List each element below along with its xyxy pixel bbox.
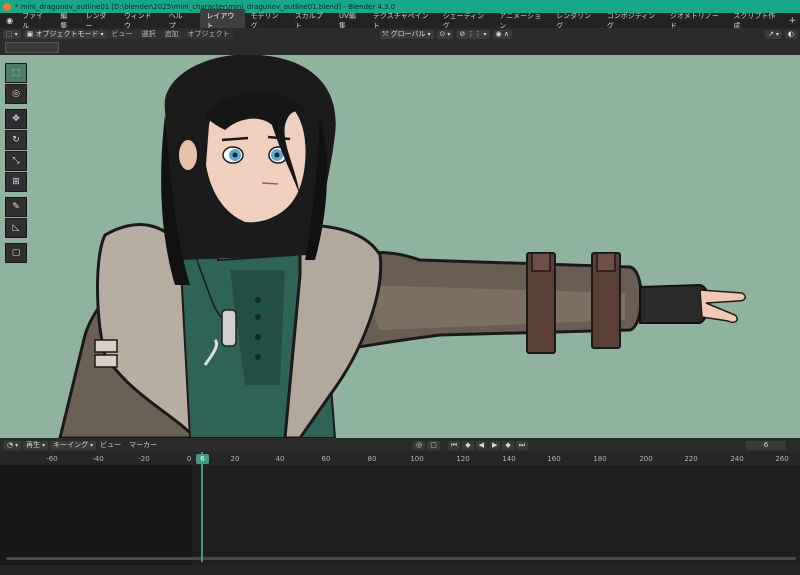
character-render — [58, 55, 746, 438]
menu-object[interactable]: オブジェクト — [183, 29, 234, 39]
timeline-marker-menu[interactable]: マーカー — [125, 440, 161, 450]
add-workspace-icon[interactable]: + — [784, 16, 800, 26]
snap-icon[interactable]: ⊘ ⋮⋮ ▾ — [456, 29, 490, 39]
cursor-tool-icon[interactable]: ◎ — [5, 84, 27, 104]
move-tool-icon[interactable]: ✥ — [5, 109, 27, 129]
tick-label: 120 — [456, 455, 470, 463]
tick-label: 80 — [367, 455, 377, 463]
play-icon[interactable]: ▶ — [488, 440, 501, 450]
timeline-view-menu[interactable]: ビュー — [96, 440, 125, 450]
editor-type-icon[interactable]: ⬚ ▾ — [3, 29, 21, 39]
next-keyframe-icon[interactable]: ◆ — [502, 440, 514, 450]
mode-label: オブジェクトモード — [35, 30, 99, 38]
add-cube-tool-icon[interactable]: ▢ — [5, 243, 27, 263]
menu-bar: ◉ ファイル 編集 レンダー ウィンドウ ヘルプ レイアウト モデリング スカル… — [0, 8, 800, 33]
frame-ruler[interactable]: -60 -40 -20 0 20 40 60 80 100 120 140 16… — [0, 452, 800, 465]
overlay-icon[interactable]: ◐ — [784, 29, 797, 39]
status-bar — [0, 565, 800, 575]
playhead[interactable] — [201, 452, 203, 562]
tick-label: -20 — [138, 455, 150, 463]
select-mode-icons[interactable] — [5, 42, 59, 53]
tool-shelf: ⬚ ◎ ✥ ↻ ⤡ ⊞ ✎ ◺ ▢ — [5, 63, 27, 264]
jump-start-icon[interactable]: ⏮ — [447, 440, 461, 450]
orientation-label: グローバル — [390, 30, 426, 38]
current-frame-value: 6 — [763, 441, 769, 449]
blender-menu-icon[interactable]: ◉ — [3, 16, 16, 25]
menu-select[interactable]: 選択 — [137, 29, 160, 39]
tick-label: -60 — [46, 455, 58, 463]
tick-label: 240 — [730, 455, 744, 463]
play-reverse-icon[interactable]: ◀ — [475, 440, 487, 450]
object-mode-icon: ▣ — [26, 30, 36, 38]
prev-keyframe-icon[interactable]: ◆ — [462, 440, 474, 450]
tick-label: 160 — [547, 455, 561, 463]
pre-range-shade — [0, 465, 192, 565]
tick-label: -40 — [92, 455, 104, 463]
measure-tool-icon[interactable]: ◺ — [5, 218, 27, 238]
gizmo-toggle-icon[interactable]: ↗ ▾ — [765, 29, 782, 39]
blender-logo-icon — [3, 2, 11, 11]
transform-orientation[interactable]: ⤲ グローバル ▾ — [379, 29, 434, 39]
tick-label: 180 — [593, 455, 607, 463]
jump-end-icon[interactable]: ⏭ — [515, 440, 529, 450]
timeline-editor-type-icon[interactable]: ◔ ▾ — [4, 440, 22, 450]
pivot-point-icon[interactable]: ⊙ ▾ — [436, 29, 454, 39]
auto-key-icon[interactable]: ◎ — [413, 440, 426, 450]
tick-label: 220 — [684, 455, 698, 463]
tick-label: 20 — [230, 455, 240, 463]
timeline-header: ◔ ▾ 再生 ▾ キーイング ▾ ビュー マーカー ◎ ▢ ⏮ ◆ ◀ ▶ ◆ ⏭ 6 — [0, 438, 800, 452]
tick-label: 60 — [321, 455, 331, 463]
tick-label: 200 — [639, 455, 653, 463]
tick-label: 40 — [275, 455, 285, 463]
viewport-header: ⬚ ▾ ▣ オブジェクトモード ▾ ビュー 選択 追加 オブジェクト ⤲ グローバル… — [0, 28, 800, 40]
menu-add[interactable]: 追加 — [160, 29, 183, 39]
annotate-tool-icon[interactable]: ✎ — [5, 197, 27, 217]
rotate-tool-icon[interactable]: ↻ — [5, 130, 27, 150]
tick-label: 140 — [502, 455, 516, 463]
tick-label: 260 — [775, 455, 789, 463]
playback-label: 再生 — [26, 441, 41, 449]
tick-label: 100 — [410, 455, 424, 463]
proportional-edit-icon[interactable]: ◉ ∧ — [492, 29, 512, 39]
timeline-scrollbar[interactable] — [6, 557, 796, 560]
3d-viewport[interactable]: ⬚ ◎ ✥ ↻ ⤡ ⊞ ✎ ◺ ▢ — [0, 55, 800, 438]
playhead-frame-label[interactable]: 6 — [196, 454, 209, 464]
scale-tool-icon[interactable]: ⤡ — [5, 151, 27, 171]
keying-label: キーイング — [53, 441, 89, 449]
keying-menu[interactable]: キーイング ▾ — [50, 440, 97, 450]
current-frame-field[interactable]: 6 — [746, 440, 786, 450]
select-box-tool-icon[interactable]: ⬚ — [5, 63, 27, 83]
mode-select[interactable]: ▣ オブジェクトモード ▾ — [23, 29, 107, 39]
transform-tool-icon[interactable]: ⊞ — [5, 172, 27, 192]
menu-view[interactable]: ビュー — [107, 29, 137, 39]
playback-menu[interactable]: 再生 ▾ — [23, 440, 49, 450]
timeline-area[interactable] — [0, 465, 800, 565]
orientation-icon: ⤲ — [382, 29, 391, 38]
keyframe-type-icon[interactable]: ▢ — [427, 440, 440, 450]
tick-label: 0 — [186, 455, 192, 463]
tool-header — [0, 40, 800, 55]
